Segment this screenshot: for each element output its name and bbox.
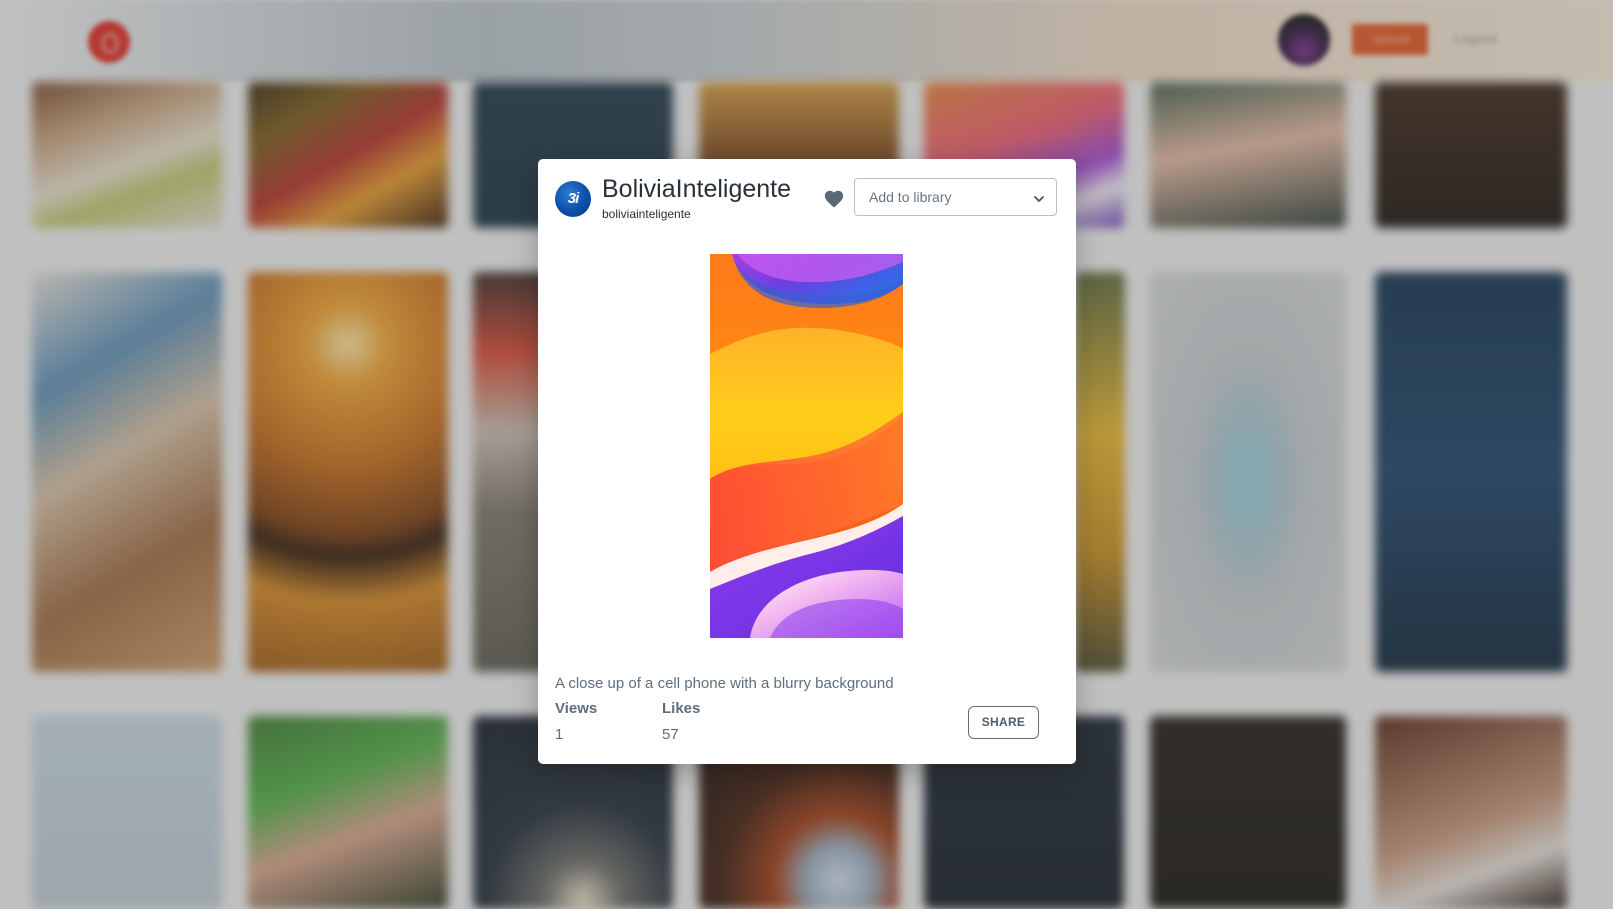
image-detail-modal: 3i BoliviaInteligente boliviainteligente… [538, 159, 1076, 764]
author-name[interactable]: BoliviaInteligente [602, 175, 791, 204]
likes-label: Likes [662, 700, 701, 717]
author-handle: boliviainteligente [602, 207, 691, 221]
library-select-value: Add to library [869, 189, 952, 205]
image-caption: A close up of a cell phone with a blurry… [555, 675, 894, 692]
views-count: 1 [555, 726, 564, 743]
wallpaper-image[interactable] [710, 254, 903, 638]
add-to-library-select[interactable]: Add to library [854, 178, 1057, 216]
heart-icon[interactable] [823, 188, 845, 210]
chevron-down-icon [1033, 192, 1045, 204]
likes-count: 57 [662, 726, 679, 743]
author-avatar[interactable]: 3i [555, 181, 591, 217]
share-button[interactable]: SHARE [968, 706, 1039, 739]
views-label: Views [555, 700, 598, 717]
